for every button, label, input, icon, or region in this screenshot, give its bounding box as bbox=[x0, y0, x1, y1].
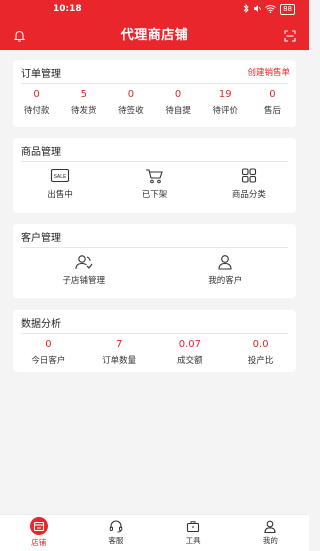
nav-item-store[interactable]: 店铺 bbox=[0, 515, 77, 551]
sale-tag-icon: SALE bbox=[51, 168, 70, 183]
order-stat-pending-review[interactable]: 19 待评价 bbox=[202, 88, 249, 117]
title-row: 代理商店铺 bbox=[0, 22, 309, 48]
my-customers-label: 我的客户 bbox=[208, 276, 243, 286]
divider bbox=[21, 247, 288, 248]
order-stat-pending-shipment[interactable]: 5 待发货 bbox=[60, 88, 107, 117]
analytics-value: 0.0 bbox=[252, 339, 269, 350]
store-icon bbox=[33, 521, 44, 531]
my-customers-button[interactable]: 我的客户 bbox=[155, 254, 297, 286]
analytics-value: 0.07 bbox=[178, 339, 201, 350]
sub-store-icon bbox=[75, 255, 93, 270]
product-management-title: 商品管理 bbox=[21, 147, 61, 158]
product-actions: SALE 出售中 已下架 商品分类 bbox=[13, 168, 296, 200]
analytics-label: 今日客户 bbox=[31, 356, 66, 366]
order-stat-pending-pickup[interactable]: 0 待自提 bbox=[155, 88, 202, 117]
delisted-button[interactable]: 已下架 bbox=[107, 168, 201, 200]
wifi-icon bbox=[265, 4, 276, 15]
order-stat-label: 待自提 bbox=[165, 106, 191, 116]
order-stat-label: 待签收 bbox=[118, 106, 144, 116]
analytics-label: 投产比 bbox=[247, 356, 274, 366]
order-stat-value: 0 bbox=[127, 89, 135, 100]
sub-store-management-label: 子店铺管理 bbox=[62, 276, 105, 286]
divider bbox=[21, 83, 288, 84]
nav-label: 我的 bbox=[262, 536, 278, 545]
divider bbox=[21, 161, 288, 162]
mute-icon bbox=[253, 4, 262, 15]
order-stat-value: 0 bbox=[174, 89, 182, 100]
battery-indicator: 88 bbox=[280, 4, 295, 15]
product-category-label: 商品分类 bbox=[231, 190, 266, 200]
bluetooth-icon bbox=[243, 3, 249, 15]
on-sale-label: 出售中 bbox=[47, 190, 73, 200]
analytics-value: 0 bbox=[45, 339, 52, 350]
order-stat-label: 待付款 bbox=[23, 106, 50, 116]
order-management-card: 订单管理 创建销售单 0 待付款 5 待发货 0 待签收 0 待自提 19 待评… bbox=[13, 60, 296, 127]
bottom-nav: 店铺 客服 工具 我的 bbox=[0, 514, 309, 551]
on-sale-button[interactable]: SALE 出售中 bbox=[13, 168, 107, 200]
customer-management-card: 客户管理 子店铺管理 我的客户 bbox=[13, 224, 296, 298]
analytics-order-count: 7 订单数量 bbox=[84, 338, 155, 367]
divider bbox=[21, 333, 288, 334]
customer-actions: 子店铺管理 我的客户 bbox=[13, 254, 296, 286]
order-stat-pending-receipt[interactable]: 0 待签收 bbox=[107, 88, 154, 117]
sub-store-management-button[interactable]: 子店铺管理 bbox=[13, 254, 155, 286]
data-analytics-card: 数据分析 0 今日客户 7 订单数量 0.07 成交额 0.0 投产比 bbox=[13, 310, 296, 372]
nav-label: 客服 bbox=[108, 536, 124, 545]
cart-icon bbox=[146, 169, 164, 184]
page-title: 代理商店铺 bbox=[120, 28, 189, 43]
nav-item-tools[interactable]: 工具 bbox=[155, 515, 232, 551]
nav-label: 工具 bbox=[185, 536, 201, 545]
data-analytics-title: 数据分析 bbox=[21, 319, 61, 330]
customer-management-title: 客户管理 bbox=[21, 233, 61, 244]
profile-icon bbox=[264, 520, 276, 533]
user-icon bbox=[218, 255, 232, 270]
store-icon-badge bbox=[29, 517, 48, 535]
toolbox-icon bbox=[187, 521, 200, 533]
analytics-stats: 0 今日客户 7 订单数量 0.07 成交额 0.0 投产比 bbox=[13, 338, 296, 367]
order-stat-label: 售后 bbox=[263, 106, 281, 116]
analytics-label: 订单数量 bbox=[102, 356, 137, 366]
order-stat-value: 19 bbox=[218, 89, 232, 100]
app-header: 10:18 88 代理商店铺 bbox=[0, 0, 309, 50]
analytics-roi: 0.0 投产比 bbox=[225, 338, 296, 367]
order-stat-pending-payment[interactable]: 0 待付款 bbox=[13, 88, 60, 117]
order-stat-after-sales[interactable]: 0 售后 bbox=[249, 88, 296, 117]
order-stat-label: 待发货 bbox=[71, 106, 97, 116]
status-time: 10:18 bbox=[53, 4, 82, 14]
order-stat-value: 5 bbox=[80, 89, 87, 100]
analytics-label: 成交额 bbox=[177, 356, 203, 366]
order-stat-label: 待评价 bbox=[212, 106, 239, 116]
nav-item-customer-service[interactable]: 客服 bbox=[77, 515, 154, 551]
order-stats: 0 待付款 5 待发货 0 待签收 0 待自提 19 待评价 0 售后 bbox=[13, 88, 296, 117]
scan-icon[interactable] bbox=[284, 27, 296, 46]
category-grid-icon bbox=[241, 168, 256, 183]
delisted-label: 已下架 bbox=[141, 190, 168, 200]
order-management-title: 订单管理 bbox=[21, 69, 61, 80]
analytics-today-customers: 0 今日客户 bbox=[13, 338, 84, 367]
nav-item-profile[interactable]: 我的 bbox=[232, 515, 309, 551]
order-stat-value: 0 bbox=[33, 89, 40, 100]
nav-label: 店铺 bbox=[31, 538, 47, 547]
headset-icon bbox=[109, 520, 123, 533]
create-sales-order-link[interactable]: 创建销售单 bbox=[247, 66, 290, 78]
status-bar: 10:18 88 bbox=[0, 0, 309, 20]
order-stat-value: 0 bbox=[269, 89, 276, 100]
status-icons: 88 bbox=[243, 3, 295, 15]
analytics-value: 7 bbox=[115, 339, 123, 350]
svg-text:SALE: SALE bbox=[54, 174, 67, 180]
product-management-card: 商品管理 SALE 出售中 已下架 商品分类 bbox=[13, 138, 296, 213]
product-category-button[interactable]: 商品分类 bbox=[202, 168, 296, 200]
analytics-turnover: 0.07 成交额 bbox=[155, 338, 226, 367]
